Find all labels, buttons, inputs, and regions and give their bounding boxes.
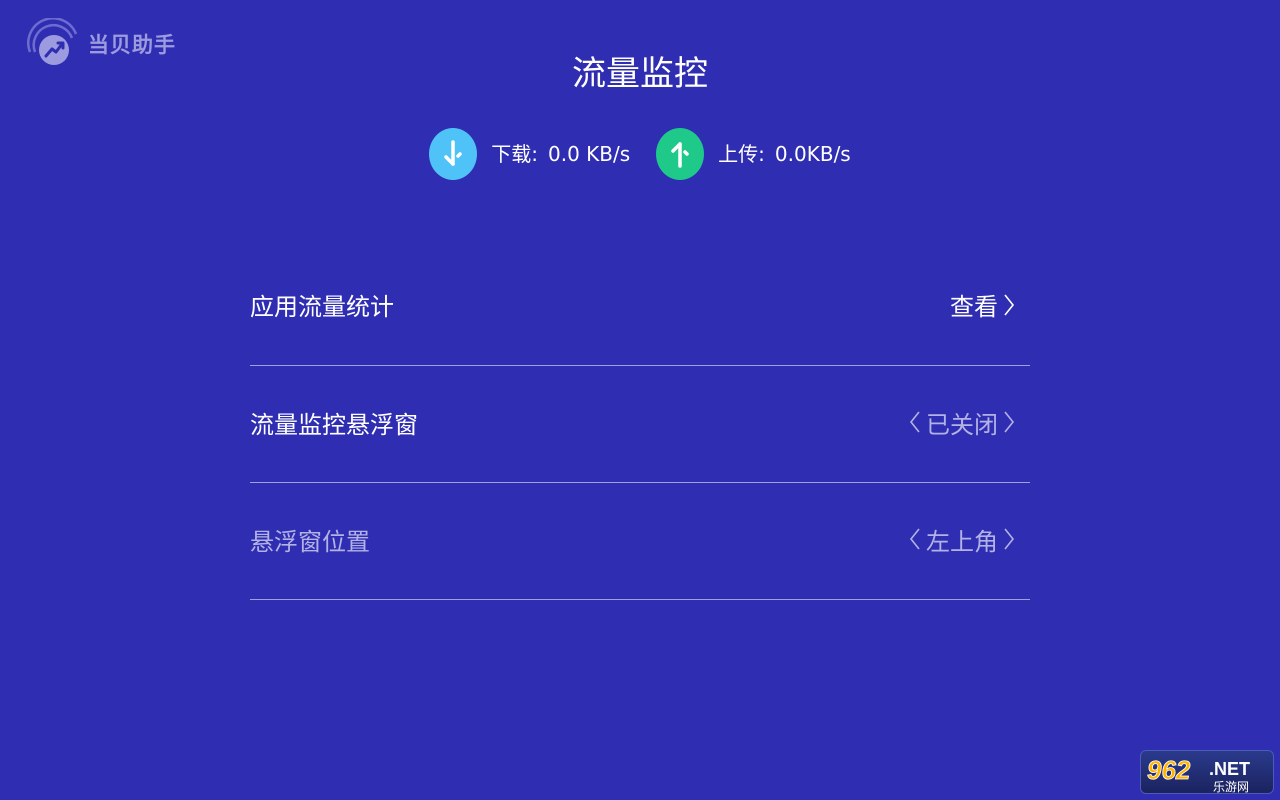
arrow-up-icon [656, 128, 705, 180]
page-title: 流量监控 [572, 54, 708, 94]
download-speed: 下载: 0.0 KB/s [429, 128, 630, 180]
chevron-right-icon[interactable] [1002, 526, 1016, 552]
floating-window-selector[interactable]: 已关闭 [908, 405, 1016, 440]
download-value: 0.0 KB/s [548, 142, 631, 166]
chevron-right-icon[interactable] [1002, 409, 1016, 435]
speed-indicators: 下载: 0.0 KB/s 上传: 0.0KB/s [0, 128, 1280, 180]
chevron-left-icon[interactable] [908, 526, 922, 552]
watermark-caption: 乐游网 [1213, 780, 1249, 794]
floating-position-selector[interactable]: 左上角 [908, 522, 1016, 557]
upload-value: 0.0KB/s [774, 142, 851, 166]
setting-value: 左上角 [926, 527, 998, 556]
upload-speed: 上传: 0.0KB/s [656, 128, 851, 180]
setting-row-app-traffic-stats[interactable]: 应用流量统计 查看 [250, 248, 1030, 366]
upload-label: 上传: [718, 142, 765, 166]
settings-list: 应用流量统计 查看 流量监控悬浮窗 已关闭 悬浮窗位置 左上角 [250, 248, 1030, 600]
setting-value: 已关闭 [926, 410, 998, 439]
watermark-suffix: .NET [1209, 759, 1250, 779]
setting-row-floating-position[interactable]: 悬浮窗位置 左上角 [250, 483, 1030, 600]
arrow-down-icon [429, 128, 478, 180]
setting-value: 查看 [950, 293, 998, 321]
watermark-number: 962 [1147, 755, 1191, 785]
setting-label: 流量监控悬浮窗 [250, 410, 418, 439]
setting-row-floating-window[interactable]: 流量监控悬浮窗 已关闭 [250, 366, 1030, 483]
chevron-right-icon [1004, 294, 1015, 315]
watermark-logo-icon: 962 .NET 乐游网 [1147, 755, 1250, 794]
watermark-badge: 962 .NET 乐游网 [1140, 750, 1274, 794]
setting-label: 悬浮窗位置 [250, 527, 370, 556]
download-label: 下载: [491, 142, 538, 166]
chevron-left-icon[interactable] [908, 409, 922, 435]
view-link[interactable]: 查看 [950, 287, 1016, 322]
setting-label: 应用流量统计 [250, 293, 394, 321]
